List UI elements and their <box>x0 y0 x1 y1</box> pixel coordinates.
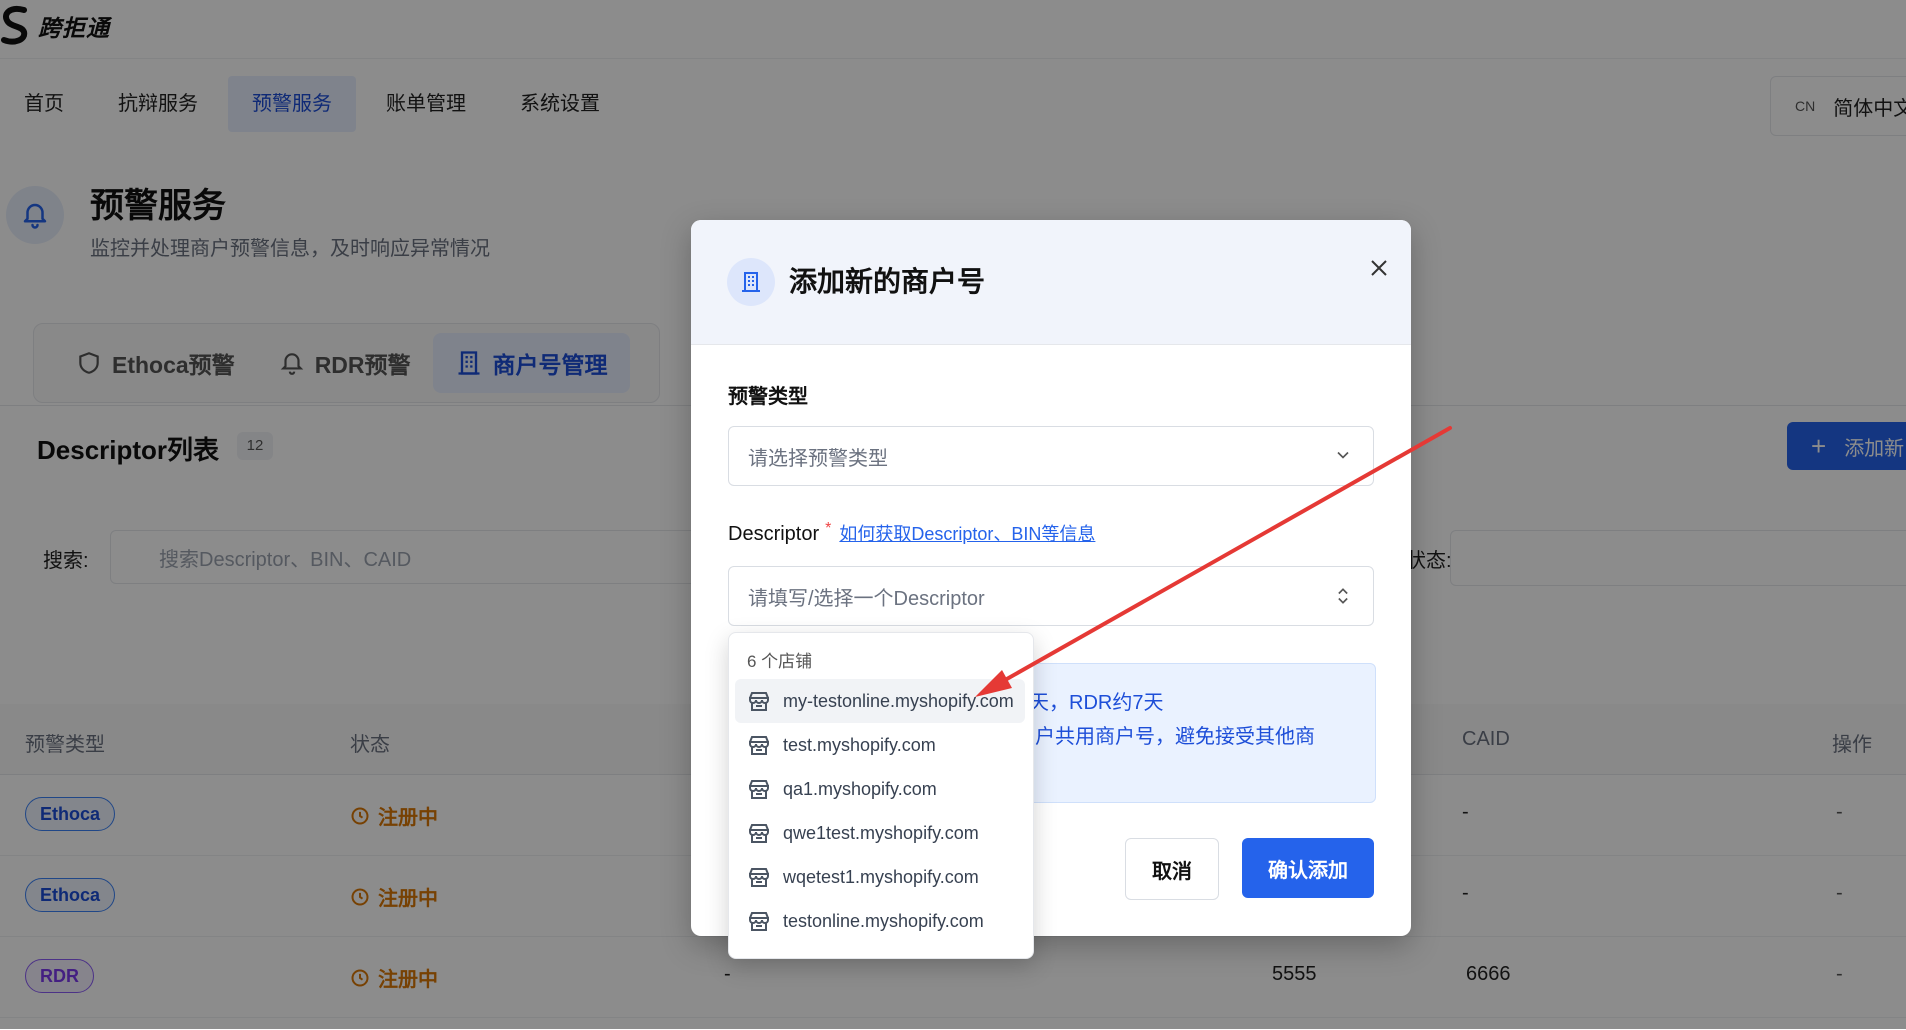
building-icon <box>727 258 775 306</box>
cancel-button[interactable]: 取消 <box>1125 838 1219 900</box>
alert-type-select[interactable]: 请选择预警类型 <box>728 426 1374 486</box>
info-line-2: 商户共用商户号，避免接受其他商 <box>1015 726 1315 748</box>
dropdown-option[interactable]: wqetest1.myshopify.com <box>735 855 1025 899</box>
dropdown-header: 6 个店铺 <box>747 652 813 671</box>
confirm-add-button[interactable]: 确认添加 <box>1242 838 1374 898</box>
store-icon <box>749 736 769 755</box>
dropdown-option[interactable]: qwe1test.myshopify.com <box>735 811 1025 855</box>
option-label: qwe1test.myshopify.com <box>783 822 979 843</box>
modal-title: 添加新的商户号 <box>789 266 986 297</box>
close-icon <box>1371 260 1387 276</box>
alert-type-placeholder: 请选择预警类型 <box>748 447 888 470</box>
store-icon <box>749 780 769 799</box>
store-icon <box>749 868 769 887</box>
option-label: wqetest1.myshopify.com <box>783 866 979 887</box>
descriptor-combobox[interactable]: 请填写/选择一个Descriptor <box>728 566 1374 626</box>
descriptor-placeholder: 请填写/选择一个Descriptor <box>748 587 985 610</box>
option-label: testonline.myshopify.com <box>783 910 984 931</box>
descriptor-dropdown: 6 个店铺 my-testonline.myshopify.com test.m… <box>728 632 1034 959</box>
option-label: test.myshopify.com <box>783 734 936 755</box>
store-icon <box>749 824 769 843</box>
chevron-updown-icon <box>1338 588 1348 604</box>
app-page: 跨拒通 首页 抗辩服务 预警服务 账单管理 系统设置 CN 简体中文 预警服务 … <box>0 0 1906 1030</box>
modal-header: 添加新的商户号 <box>691 220 1411 345</box>
info-line-1: 天，RDR约7天 <box>1029 692 1164 714</box>
option-label: qa1.myshopify.com <box>783 778 937 799</box>
descriptor-label: Descriptor <box>728 523 820 545</box>
option-label: my-testonline.myshopify.com <box>783 690 1014 711</box>
dropdown-option[interactable]: testonline.myshopify.com <box>735 899 1025 943</box>
close-button[interactable] <box>1361 250 1397 286</box>
dropdown-option[interactable]: my-testonline.myshopify.com <box>735 679 1025 723</box>
dropdown-option[interactable]: test.myshopify.com <box>735 723 1025 767</box>
dropdown-option[interactable]: qa1.myshopify.com <box>735 767 1025 811</box>
store-icon <box>749 692 769 711</box>
alert-type-label: 预警类型 <box>728 386 808 408</box>
required-mark: * <box>825 520 832 537</box>
store-icon <box>749 912 769 931</box>
chevron-down-icon <box>1337 451 1349 459</box>
descriptor-label-row: Descriptor * 如何获取Descriptor、BIN等信息 <box>728 520 1095 546</box>
help-link[interactable]: 如何获取Descriptor、BIN等信息 <box>839 524 1095 544</box>
